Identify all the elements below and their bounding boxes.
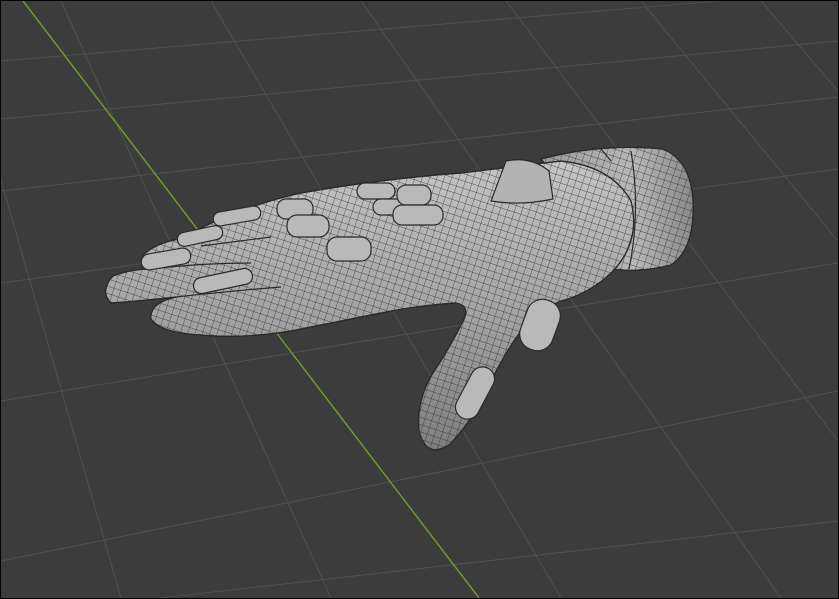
hand-mesh-icon[interactable] xyxy=(104,146,694,451)
viewport-canvas[interactable] xyxy=(1,1,838,598)
3d-viewport[interactable] xyxy=(0,0,839,599)
